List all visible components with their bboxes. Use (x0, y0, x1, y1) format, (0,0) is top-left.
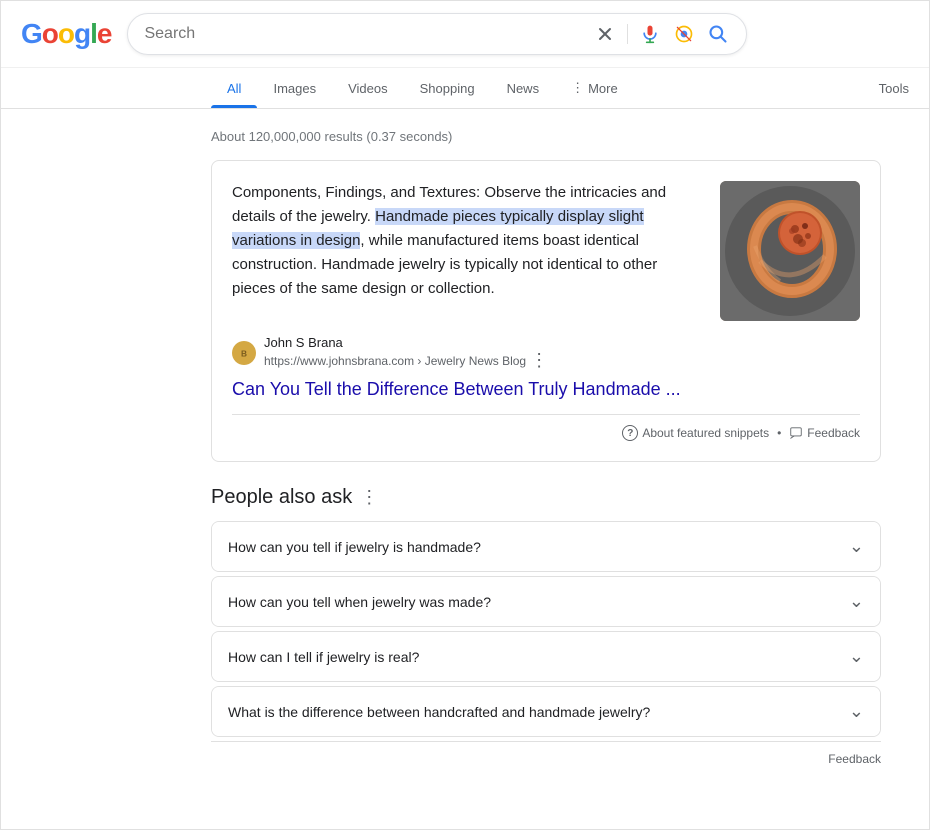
bottom-feedback[interactable]: Feedback (211, 741, 881, 776)
source-row: B John S Brana https://www.johnsbrana.co… (232, 335, 860, 371)
tab-images[interactable]: Images (257, 69, 332, 108)
question-circle-icon: ? (622, 425, 638, 441)
feedback-link[interactable]: Feedback (789, 426, 860, 440)
paa-item-4: What is the difference between handcraft… (211, 686, 881, 737)
paa-item-2: How can you tell when jewelry was made? … (211, 576, 881, 627)
clear-icon[interactable] (593, 22, 617, 46)
search-icons (593, 22, 730, 46)
paa-question-3-text: How can I tell if jewelry is real? (228, 649, 419, 665)
logo-letter-o2: o (58, 18, 74, 49)
logo-letter-e: e (97, 18, 112, 49)
snippet-text: Components, Findings, and Textures: Obse… (232, 181, 700, 301)
paa-header: People also ask ⋮ (211, 486, 881, 509)
logo-letter-o1: o (42, 18, 58, 49)
paa-title: People also ask (211, 486, 352, 509)
source-favicon: B (232, 341, 256, 365)
about-snippets[interactable]: ? About featured snippets (622, 425, 769, 441)
results-count: About 120,000,000 results (0.37 seconds) (211, 129, 881, 144)
tab-news[interactable]: News (491, 69, 556, 108)
tab-more[interactable]: ⋮ More (555, 68, 634, 108)
page-wrapper: Google how to see if jewelry is handmade (0, 0, 930, 830)
snippet-image (720, 181, 860, 321)
snippet-content: Components, Findings, and Textures: Obse… (232, 181, 860, 321)
paa-section: People also ask ⋮ How can you tell if je… (211, 486, 881, 776)
more-dots-icon: ⋮ (571, 80, 584, 96)
tab-videos[interactable]: Videos (332, 69, 404, 108)
source-link[interactable]: Can You Tell the Difference Between Trul… (232, 377, 860, 402)
paa-question-2-text: How can you tell when jewelry was made? (228, 594, 491, 610)
paa-question-1-text: How can you tell if jewelry is handmade? (228, 539, 481, 555)
tab-all[interactable]: All (211, 69, 257, 108)
source-url: https://www.johnsbrana.com › Jewelry New… (264, 350, 549, 371)
logo-letter-l: l (90, 18, 97, 49)
source-name: John S Brana (264, 335, 549, 350)
search-input[interactable]: how to see if jewelry is handmade (144, 25, 583, 43)
logo-letter-g2: g (74, 18, 90, 49)
paa-question-3[interactable]: How can I tell if jewelry is real? ⌄ (212, 632, 880, 681)
source-menu-icon[interactable]: ⋮ (530, 350, 549, 371)
paa-question-4[interactable]: What is the difference between handcraft… (212, 687, 880, 736)
svg-text:B: B (241, 348, 247, 358)
microphone-icon[interactable] (638, 22, 662, 46)
tools-button[interactable]: Tools (859, 69, 929, 108)
dot-separator: • (777, 426, 781, 440)
source-info: John S Brana https://www.johnsbrana.com … (264, 335, 549, 371)
logo-letter-g: G (21, 18, 42, 49)
chevron-down-icon-4: ⌄ (849, 701, 864, 722)
search-button[interactable] (706, 22, 730, 46)
chevron-down-icon-1: ⌄ (849, 536, 864, 557)
nav-tabs: All Images Videos Shopping News ⋮ More T… (1, 68, 929, 109)
search-bar[interactable]: how to see if jewelry is handmade (127, 13, 747, 55)
chevron-down-icon-2: ⌄ (849, 591, 864, 612)
chevron-down-icon-3: ⌄ (849, 646, 864, 667)
feedback-icon (789, 426, 803, 440)
featured-snippet: Components, Findings, and Textures: Obse… (211, 160, 881, 462)
paa-item-3: How can I tell if jewelry is real? ⌄ (211, 631, 881, 682)
about-snippets-label: About featured snippets (642, 426, 769, 440)
main-content: About 120,000,000 results (0.37 seconds)… (1, 109, 901, 796)
paa-question-1[interactable]: How can you tell if jewelry is handmade?… (212, 522, 880, 571)
paa-item-1: How can you tell if jewelry is handmade?… (211, 521, 881, 572)
tab-shopping[interactable]: Shopping (404, 69, 491, 108)
lens-icon[interactable] (672, 22, 696, 46)
paa-menu-icon[interactable]: ⋮ (360, 487, 379, 508)
header: Google how to see if jewelry is handmade (1, 1, 929, 68)
paa-question-2[interactable]: How can you tell when jewelry was made? … (212, 577, 880, 626)
google-logo[interactable]: Google (21, 18, 111, 50)
snippet-footer: ? About featured snippets • Feedback (232, 414, 860, 441)
paa-question-4-text: What is the difference between handcraft… (228, 704, 650, 720)
